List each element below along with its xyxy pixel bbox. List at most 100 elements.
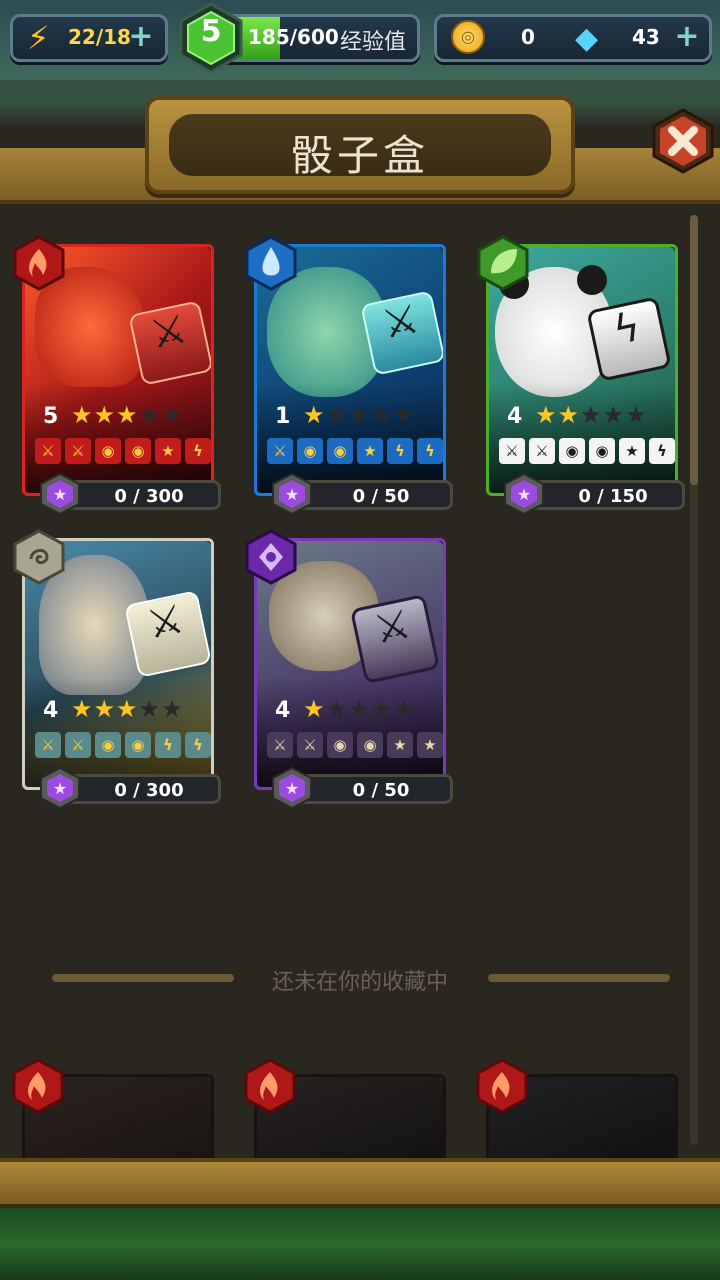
xp-value: 185/600 bbox=[248, 25, 339, 49]
svg-text:★: ★ bbox=[53, 779, 67, 798]
svg-text:★: ★ bbox=[53, 485, 67, 504]
dice-card-arcane[interactable]: ⚔ 4 ★★★★★ ⚔ ⚔ ◉ ◉ ★ ★ 0 / 50 ★ bbox=[245, 529, 453, 809]
purple-star-gem-icon: ★ bbox=[272, 767, 312, 809]
card-level: 4 bbox=[275, 698, 291, 723]
jungle-background bbox=[0, 1208, 720, 1280]
bolt-face-icon: ϟ bbox=[387, 438, 413, 464]
dice-image: ϟ bbox=[586, 296, 672, 382]
leaf-element-icon bbox=[477, 235, 529, 291]
shield-face-icon: ◉ bbox=[589, 438, 615, 464]
purple-star-gem-icon: ★ bbox=[504, 473, 544, 515]
fire-element-icon bbox=[13, 235, 65, 291]
bolt-face-icon: ϟ bbox=[185, 438, 211, 464]
fire-element-icon bbox=[244, 1058, 296, 1114]
shield-face-icon: ◉ bbox=[357, 732, 383, 758]
star-face-icon: ★ bbox=[417, 732, 443, 758]
purple-star-gem-icon: ★ bbox=[272, 473, 312, 515]
lightning-icon: ⚡ bbox=[27, 19, 50, 57]
dice-faces: ⚔ ⚔ ◉ ◉ ★ ★ bbox=[267, 732, 443, 758]
dice-image: ⚔ bbox=[128, 300, 211, 386]
card-level: 1 bbox=[275, 404, 291, 429]
diamond-icon: ◆ bbox=[575, 21, 599, 56]
bolt-face-icon: ϟ bbox=[417, 438, 443, 464]
card-level: 4 bbox=[43, 698, 59, 723]
sword-face-icon: ⚔ bbox=[499, 438, 525, 464]
card-level: 4 bbox=[507, 404, 523, 429]
close-button[interactable] bbox=[650, 108, 716, 174]
card-stars: ★★★★★ bbox=[71, 695, 184, 723]
svg-text:★: ★ bbox=[285, 779, 299, 798]
wind-element-icon bbox=[13, 529, 65, 585]
energy-counter[interactable]: ⚡ 22/18 + bbox=[10, 14, 168, 62]
dice-faces: ⚔ ◉ ◉ ★ ϟ ϟ bbox=[267, 438, 443, 464]
divider-line bbox=[488, 974, 670, 982]
card-stars: ★★★★★ bbox=[71, 401, 184, 429]
sword-face-icon: ⚔ bbox=[35, 438, 61, 464]
shield-face-icon: ◉ bbox=[125, 732, 151, 758]
player-level: 5 bbox=[200, 14, 222, 49]
panda-ear bbox=[577, 265, 607, 295]
card-progress-text: 0 / 300 bbox=[114, 780, 184, 801]
card-stars: ★★★★★ bbox=[303, 695, 416, 723]
card-progress-text: 0 / 50 bbox=[352, 780, 410, 801]
add-gems-button[interactable]: + bbox=[673, 22, 701, 52]
arcane-element-icon bbox=[245, 529, 297, 585]
energy-value: 22/18 bbox=[68, 25, 131, 49]
bolt-face-icon: ϟ bbox=[185, 732, 211, 758]
scrollbar-thumb[interactable] bbox=[690, 215, 698, 485]
star-face-icon: ★ bbox=[387, 732, 413, 758]
star-face-icon: ★ bbox=[155, 438, 181, 464]
gold-value: 0 bbox=[521, 25, 535, 49]
dice-faces: ⚔ ⚔ ◉ ◉ ★ ϟ bbox=[35, 438, 211, 464]
sword-face-icon: ⚔ bbox=[267, 732, 293, 758]
sword-face-icon: ⚔ bbox=[65, 732, 91, 758]
card-stars: ★★★★★ bbox=[303, 401, 416, 429]
bolt-face-icon: ϟ bbox=[649, 438, 675, 464]
divider-line bbox=[52, 974, 234, 982]
water-element-icon bbox=[245, 235, 297, 291]
gem-value: 43 bbox=[632, 25, 660, 49]
purple-star-gem-icon: ★ bbox=[40, 473, 80, 515]
shield-face-icon: ◉ bbox=[125, 438, 151, 464]
shield-face-icon: ◉ bbox=[95, 438, 121, 464]
sword-face-icon: ⚔ bbox=[35, 732, 61, 758]
fire-element-icon bbox=[476, 1058, 528, 1114]
dice-card-wind[interactable]: ⚔ 4 ★★★★★ ⚔ ⚔ ◉ ◉ ϟ ϟ 0 / 300 ★ bbox=[13, 529, 221, 809]
shield-face-icon: ◉ bbox=[297, 438, 323, 464]
dice-image: ⚔ bbox=[360, 290, 443, 376]
shield-face-icon: ◉ bbox=[95, 732, 121, 758]
dice-card-water[interactable]: ⚔ 1 ★★★★★ ⚔ ◉ ◉ ★ ϟ ϟ 0 / 50 ★ bbox=[245, 235, 453, 515]
dice-card-nature[interactable]: ϟ 4 ★★★★★ ⚔ ⚔ ◉ ◉ ★ ϟ 0 / 150 ★ bbox=[477, 235, 685, 515]
sword-face-icon: ⚔ bbox=[267, 438, 293, 464]
bolt-face-icon: ϟ bbox=[155, 732, 181, 758]
shield-face-icon: ◉ bbox=[327, 732, 353, 758]
currency-counter: ◎ 0 ◆ 43 + bbox=[434, 14, 712, 62]
svg-text:★: ★ bbox=[517, 485, 531, 504]
dice-image: ⚔ bbox=[124, 590, 211, 678]
xp-label: 经验值 bbox=[340, 30, 407, 55]
star-face-icon: ★ bbox=[619, 438, 645, 464]
dice-faces: ⚔ ⚔ ◉ ◉ ϟ ϟ bbox=[35, 732, 211, 758]
not-collected-heading: 还未在你的收藏中 bbox=[271, 970, 448, 995]
coin-icon: ◎ bbox=[451, 20, 485, 54]
page-title: 骰子盒 bbox=[290, 131, 429, 180]
card-stars: ★★★★★ bbox=[535, 401, 648, 429]
purple-star-gem-icon: ★ bbox=[40, 767, 80, 809]
card-progress-text: 0 / 150 bbox=[578, 486, 648, 507]
sword-face-icon: ⚔ bbox=[297, 732, 323, 758]
card-progress-text: 0 / 50 bbox=[352, 486, 410, 507]
shield-face-icon: ◉ bbox=[327, 438, 353, 464]
dice-image: ⚔ bbox=[349, 593, 441, 685]
card-progress-text: 0 / 300 bbox=[114, 486, 184, 507]
title-inner: 骰子盒 bbox=[169, 114, 551, 180]
sword-face-icon: ⚔ bbox=[529, 438, 555, 464]
dice-faces: ⚔ ⚔ ◉ ◉ ★ ϟ bbox=[499, 438, 675, 464]
sword-face-icon: ⚔ bbox=[65, 438, 91, 464]
bottom-wood-plank bbox=[0, 1158, 720, 1208]
shield-face-icon: ◉ bbox=[559, 438, 585, 464]
add-energy-button[interactable]: + bbox=[127, 22, 155, 52]
title-plank: 骰子盒 bbox=[145, 96, 575, 194]
svg-text:★: ★ bbox=[285, 485, 299, 504]
dice-card-fire[interactable]: ⚔ 5 ★★★★★ ⚔ ⚔ ◉ ◉ ★ ϟ 0 / 300 ★ bbox=[13, 235, 221, 515]
fire-element-icon bbox=[12, 1058, 64, 1114]
